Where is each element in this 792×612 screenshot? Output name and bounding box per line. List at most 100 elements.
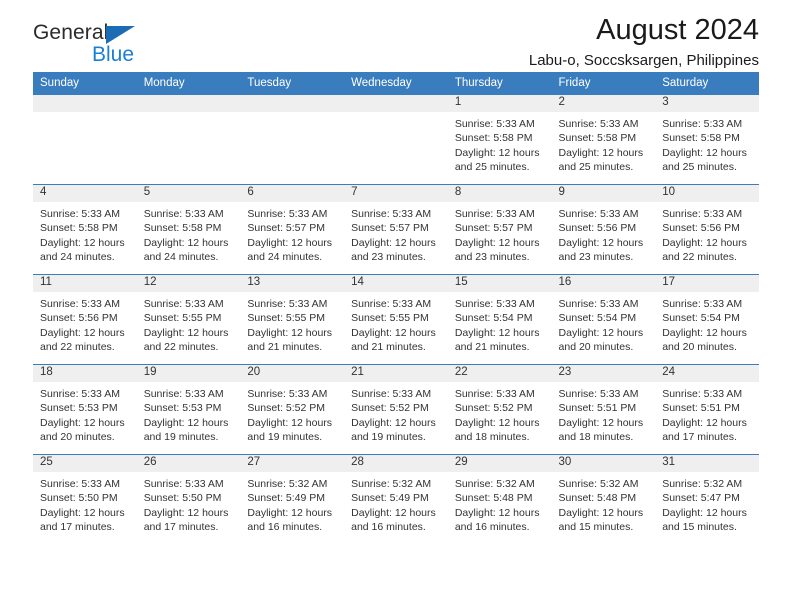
- daylight-text-line1: Daylight: 12 hours: [247, 236, 333, 249]
- sunset-text: Sunset: 5:53 PM: [40, 402, 118, 415]
- general-blue-logo[interactable]: General Blue: [33, 22, 193, 70]
- daylight-text-line2: and 20 minutes.: [558, 340, 634, 353]
- calendar-day-cell[interactable]: 27 Sunrise: 5:32 AM Sunset: 5:49 PM Dayligh…: [240, 454, 345, 544]
- calendar-day-cell[interactable]: 13 Sunrise: 5:33 AM Sunset: 5:55 PM Dayligh…: [240, 274, 345, 365]
- sunrise-text: Sunrise: 5:32 AM: [351, 478, 432, 490]
- daylight-text-line2: and 18 minutes.: [454, 430, 530, 443]
- calendar-day-cell[interactable]: 16 Sunrise: 5:33 AM Sunset: 5:54 PM Dayligh…: [551, 274, 656, 365]
- calendar-day-cell-empty: [136, 95, 241, 185]
- calendar-day-cell[interactable]: 18 Sunrise: 5:33 AM Sunset: 5:53 PM Dayligh…: [33, 364, 137, 455]
- sunset-text: Sunset: 5:58 PM: [143, 222, 222, 235]
- sunrise-text: Sunrise: 5:33 AM: [662, 208, 743, 220]
- day-number: 23: [551, 365, 656, 382]
- calendar-day-cell[interactable]: 2 Sunrise: 5:33 AM Sunset: 5:58 PM Daylight…: [551, 95, 656, 185]
- calendar-day-cell[interactable]: 15 Sunrise: 5:33 AM Sunset: 5:54 PM Dayligh…: [447, 274, 552, 365]
- daylight-text-line1: Daylight: 12 hours: [351, 506, 436, 519]
- daylight-text-line2: and 24 minutes.: [40, 250, 115, 263]
- daylight-text-line1: Daylight: 12 hours: [143, 326, 229, 339]
- calendar-day-cell[interactable]: 6 Sunrise: 5:33 AM Sunset: 5:57 PM Daylight…: [240, 184, 345, 275]
- weekday-header-sunday: Sunday: [33, 72, 137, 95]
- sunset-text: Sunset: 5:57 PM: [454, 222, 533, 235]
- day-number: 3: [655, 95, 759, 112]
- weekday-header-saturday: Saturday: [655, 72, 759, 95]
- day-details: Sunrise: 5:33 AM Sunset: 5:52 PM Daylight:…: [344, 382, 448, 444]
- sunrise-text: Sunrise: 5:33 AM: [351, 298, 432, 310]
- day-details: Sunrise: 5:33 AM Sunset: 5:57 PM Daylight:…: [344, 202, 448, 264]
- calendar-day-cell[interactable]: 12 Sunrise: 5:33 AM Sunset: 5:55 PM Dayligh…: [136, 274, 241, 365]
- day-number: 24: [655, 365, 759, 382]
- daylight-text-line2: and 21 minutes.: [247, 340, 323, 353]
- calendar-day-cell[interactable]: 29 Sunrise: 5:32 AM Sunset: 5:48 PM Dayligh…: [447, 454, 552, 544]
- day-number: [240, 95, 345, 112]
- day-details: Sunrise: 5:33 AM Sunset: 5:55 PM Daylight:…: [137, 292, 241, 354]
- sunrise-text: Sunrise: 5:33 AM: [558, 388, 639, 400]
- day-details: Sunrise: 5:32 AM Sunset: 5:47 PM Daylight:…: [655, 472, 759, 534]
- daylight-text-line2: and 22 minutes.: [662, 250, 737, 263]
- daylight-text-line2: and 16 minutes.: [454, 520, 530, 533]
- weekday-header-monday: Monday: [136, 72, 241, 95]
- calendar-page: General Blue August 2024 Labu-o, Soccsks…: [0, 0, 792, 612]
- daylight-text-line1: Daylight: 12 hours: [40, 236, 125, 249]
- sunrise-text: Sunrise: 5:33 AM: [247, 388, 328, 400]
- calendar-day-cell[interactable]: 7 Sunrise: 5:33 AM Sunset: 5:57 PM Daylight…: [344, 184, 448, 275]
- daylight-text-line1: Daylight: 12 hours: [40, 326, 125, 339]
- calendar-day-cell[interactable]: 8 Sunrise: 5:33 AM Sunset: 5:57 PM Daylight…: [447, 184, 552, 275]
- calendar-day-cell[interactable]: 31 Sunrise: 5:32 AM Sunset: 5:47 PM Dayligh…: [655, 454, 759, 544]
- sunset-text: Sunset: 5:52 PM: [247, 402, 326, 415]
- calendar-day-cell[interactable]: 25 Sunrise: 5:33 AM Sunset: 5:50 PM Dayligh…: [33, 454, 137, 544]
- sunrise-text: Sunrise: 5:33 AM: [143, 208, 224, 220]
- calendar-day-cell[interactable]: 21 Sunrise: 5:33 AM Sunset: 5:52 PM Dayligh…: [344, 364, 448, 455]
- daylight-text-line1: Daylight: 12 hours: [40, 416, 125, 429]
- calendar-day-cell[interactable]: 23 Sunrise: 5:33 AM Sunset: 5:51 PM Dayligh…: [551, 364, 656, 455]
- calendar-day-cell[interactable]: 10 Sunrise: 5:33 AM Sunset: 5:56 PM Dayligh…: [655, 184, 759, 275]
- day-details: Sunrise: 5:33 AM Sunset: 5:52 PM Daylight:…: [448, 382, 552, 444]
- daylight-text-line1: Daylight: 12 hours: [454, 236, 540, 249]
- calendar-day-cell[interactable]: 11 Sunrise: 5:33 AM Sunset: 5:56 PM Dayligh…: [33, 274, 137, 365]
- daylight-text-line2: and 24 minutes.: [143, 250, 219, 263]
- day-details: Sunrise: 5:32 AM Sunset: 5:49 PM Daylight:…: [240, 472, 344, 534]
- daylight-text-line1: Daylight: 12 hours: [143, 236, 229, 249]
- sunset-text: Sunset: 5:58 PM: [40, 222, 118, 235]
- sunset-text: Sunset: 5:53 PM: [143, 402, 222, 415]
- day-details: Sunrise: 5:32 AM Sunset: 5:48 PM Daylight:…: [448, 472, 552, 534]
- sunset-text: Sunset: 5:47 PM: [662, 492, 740, 505]
- sunset-text: Sunset: 5:56 PM: [40, 312, 118, 325]
- calendar-day-cell[interactable]: 1 Sunrise: 5:33 AM Sunset: 5:58 PM Daylight…: [447, 95, 552, 185]
- calendar-day-cell-empty: [240, 95, 345, 185]
- sunset-text: Sunset: 5:51 PM: [558, 402, 637, 415]
- day-number: 4: [33, 185, 137, 202]
- calendar-day-cell[interactable]: 4 Sunrise: 5:33 AM Sunset: 5:58 PM Daylight…: [33, 184, 137, 275]
- calendar-day-cell[interactable]: 24 Sunrise: 5:33 AM Sunset: 5:51 PM Dayligh…: [655, 364, 759, 455]
- daylight-text-line1: Daylight: 12 hours: [454, 146, 540, 159]
- sunrise-text: Sunrise: 5:33 AM: [454, 208, 535, 220]
- calendar-day-cell-empty: [33, 95, 137, 185]
- logo-text-blue: Blue: [92, 43, 135, 66]
- day-number: [33, 95, 137, 112]
- calendar-day-cell[interactable]: 3 Sunrise: 5:33 AM Sunset: 5:58 PM Daylight…: [655, 95, 759, 185]
- sunrise-text: Sunrise: 5:33 AM: [558, 118, 639, 130]
- day-number: 8: [447, 185, 552, 202]
- calendar-day-cell[interactable]: 9 Sunrise: 5:33 AM Sunset: 5:56 PM Daylight…: [551, 184, 656, 275]
- daylight-text-line1: Daylight: 12 hours: [351, 326, 436, 339]
- sunset-text: Sunset: 5:58 PM: [662, 132, 740, 145]
- daylight-text-line1: Daylight: 12 hours: [558, 236, 644, 249]
- day-number: 12: [136, 275, 241, 292]
- calendar-day-cell[interactable]: 30 Sunrise: 5:32 AM Sunset: 5:48 PM Dayligh…: [551, 454, 656, 544]
- calendar-day-cell[interactable]: 22 Sunrise: 5:33 AM Sunset: 5:52 PM Dayligh…: [447, 364, 552, 455]
- calendar-day-cell[interactable]: 14 Sunrise: 5:33 AM Sunset: 5:55 PM Dayligh…: [344, 274, 448, 365]
- daylight-text-line1: Daylight: 12 hours: [558, 146, 644, 159]
- calendar-day-cell[interactable]: 5 Sunrise: 5:33 AM Sunset: 5:58 PM Daylight…: [136, 184, 241, 275]
- day-details: Sunrise: 5:33 AM Sunset: 5:58 PM Daylight:…: [137, 202, 241, 264]
- sunrise-text: Sunrise: 5:32 AM: [247, 478, 328, 490]
- calendar-day-cell[interactable]: 17 Sunrise: 5:33 AM Sunset: 5:54 PM Dayligh…: [655, 274, 759, 365]
- calendar-day-cell[interactable]: 28 Sunrise: 5:32 AM Sunset: 5:49 PM Dayligh…: [344, 454, 448, 544]
- sunrise-text: Sunrise: 5:32 AM: [454, 478, 535, 490]
- calendar-day-cell[interactable]: 19 Sunrise: 5:33 AM Sunset: 5:53 PM Dayligh…: [136, 364, 241, 455]
- sunrise-text: Sunrise: 5:33 AM: [40, 478, 120, 490]
- daylight-text-line2: and 23 minutes.: [351, 250, 426, 263]
- daylight-text-line1: Daylight: 12 hours: [247, 416, 333, 429]
- day-number: 26: [136, 455, 241, 472]
- sunrise-text: Sunrise: 5:33 AM: [558, 208, 639, 220]
- calendar-day-cell[interactable]: 20 Sunrise: 5:33 AM Sunset: 5:52 PM Dayligh…: [240, 364, 345, 455]
- calendar-day-cell[interactable]: 26 Sunrise: 5:33 AM Sunset: 5:50 PM Dayligh…: [136, 454, 241, 544]
